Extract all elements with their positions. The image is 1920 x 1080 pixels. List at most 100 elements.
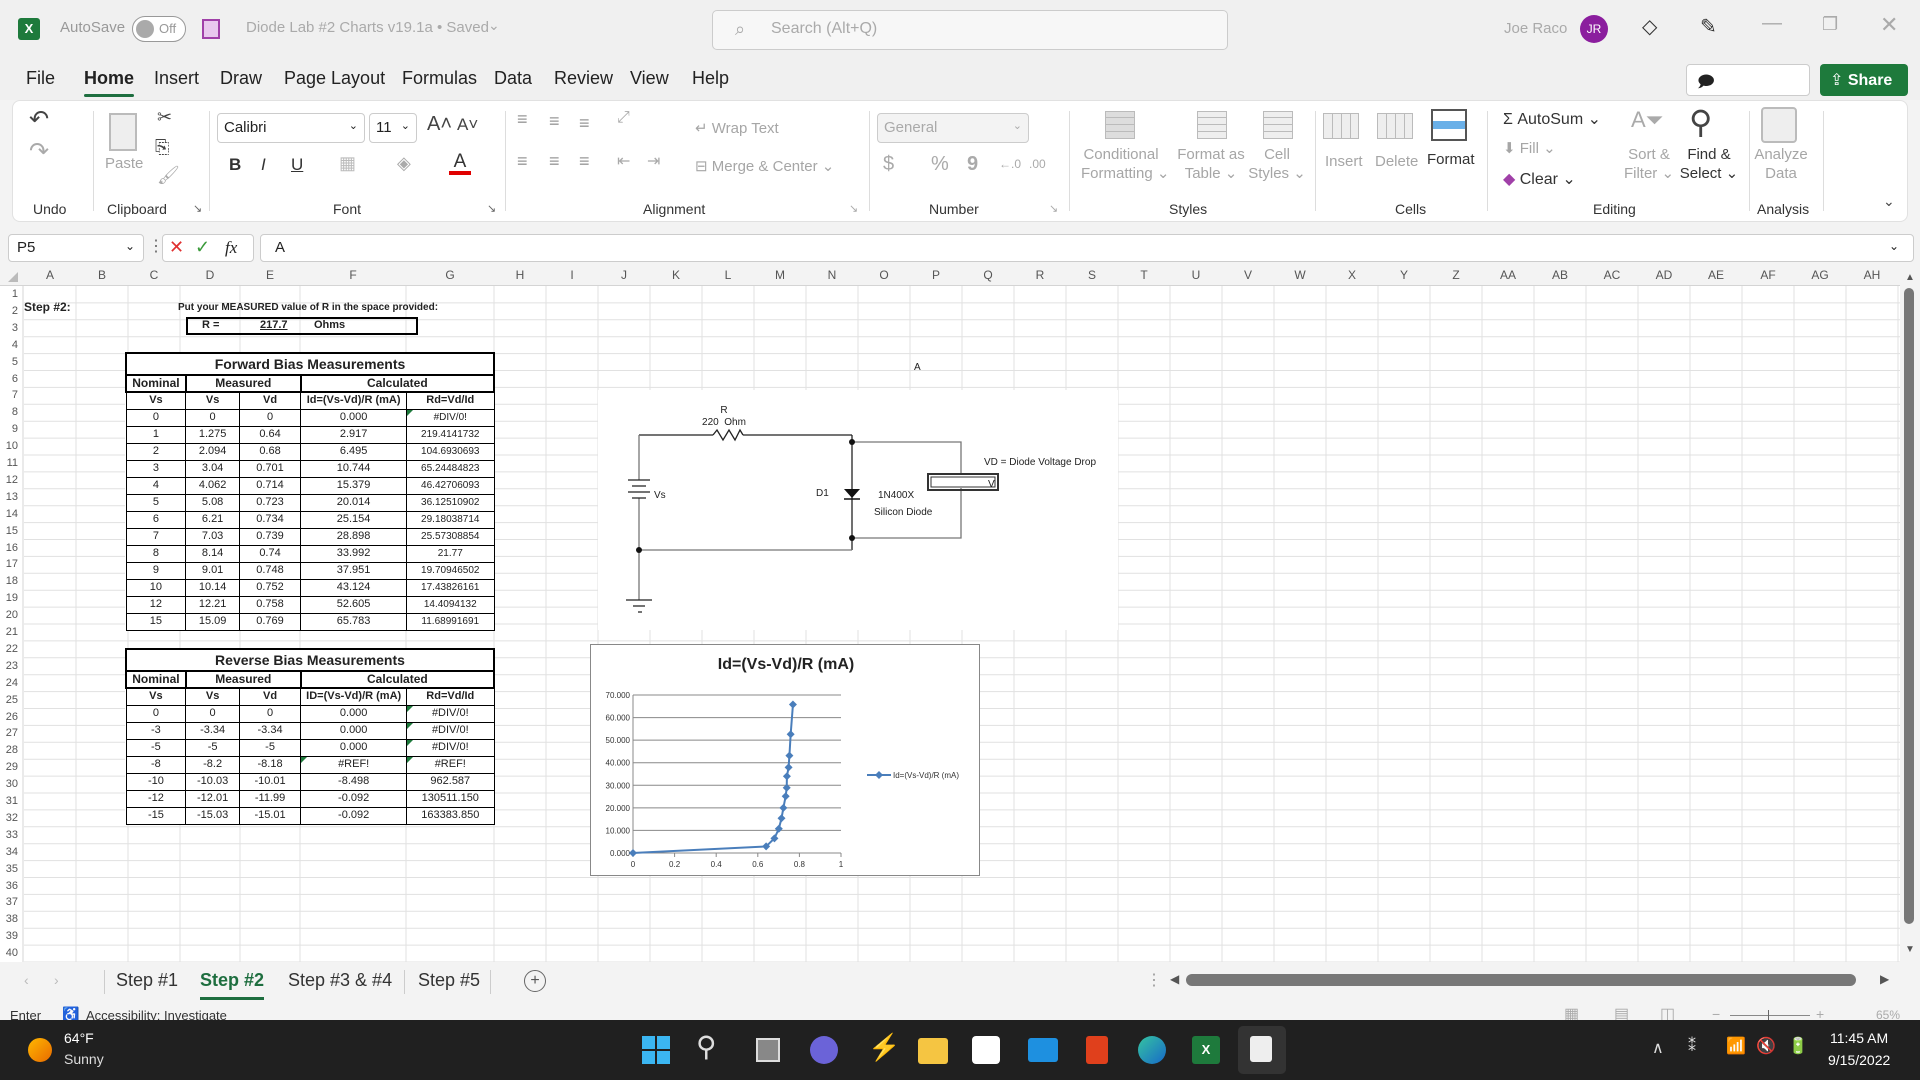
user-avatar[interactable]: JR bbox=[1580, 15, 1608, 43]
table-cell[interactable]: 52.605 bbox=[300, 595, 408, 614]
teams-icon[interactable] bbox=[810, 1036, 838, 1064]
row-header[interactable]: 24 bbox=[0, 677, 18, 689]
fill-color-icon[interactable]: ◈ bbox=[397, 153, 411, 174]
column-header-w[interactable]: W bbox=[1274, 268, 1326, 282]
table-cell[interactable]: 29.18038714 bbox=[406, 510, 495, 529]
vertical-scrollbar[interactable]: ▲ ▼ bbox=[1900, 266, 1920, 962]
row-header[interactable]: 30 bbox=[0, 778, 18, 790]
table-cell[interactable]: 4 bbox=[125, 476, 187, 495]
table-cell[interactable]: -3.34 bbox=[238, 721, 302, 740]
r-value[interactable]: 217.7 bbox=[260, 319, 288, 331]
name-box[interactable]: P5 ⌄ bbox=[8, 234, 144, 262]
table-cell[interactable]: 7 bbox=[125, 527, 187, 546]
paste-icon[interactable] bbox=[109, 113, 137, 151]
table-cell[interactable]: -0.092 bbox=[300, 789, 408, 808]
row-header[interactable]: 3 bbox=[0, 322, 18, 334]
row-header[interactable]: 18 bbox=[0, 575, 18, 587]
column-header-r[interactable]: R bbox=[1014, 268, 1066, 282]
table-cell[interactable]: 0.748 bbox=[238, 561, 302, 580]
table-cell[interactable]: 25.154 bbox=[300, 510, 408, 529]
column-header-m[interactable]: M bbox=[754, 268, 806, 282]
tab-view[interactable]: View bbox=[630, 68, 669, 89]
table-cell[interactable]: 17.43826161 bbox=[406, 578, 495, 597]
table-cell[interactable]: 10.744 bbox=[300, 459, 408, 478]
search-box[interactable]: ⌕ Search (Alt+Q) bbox=[712, 10, 1228, 50]
row-header[interactable]: 8 bbox=[0, 406, 18, 418]
column-header-i[interactable]: I bbox=[546, 268, 598, 282]
row-header[interactable]: 35 bbox=[0, 863, 18, 875]
autosum-button[interactable]: Σ AutoSum ⌄ bbox=[1503, 109, 1601, 129]
weather-condition[interactable]: Sunny bbox=[64, 1051, 104, 1067]
table-cell[interactable]: 0.000 bbox=[300, 721, 408, 740]
table-cell[interactable]: -12.01 bbox=[185, 789, 240, 808]
table-cell[interactable]: 0 bbox=[185, 408, 240, 427]
delete-cells-icon[interactable] bbox=[1377, 113, 1413, 139]
tab-home[interactable]: Home bbox=[84, 68, 135, 97]
tab-page-layout[interactable]: Page Layout bbox=[284, 68, 385, 89]
analyze-data-icon[interactable] bbox=[1761, 107, 1797, 143]
column-header-ah[interactable]: AH bbox=[1846, 268, 1898, 282]
table-cell[interactable]: 3.04 bbox=[185, 459, 240, 478]
table-cell[interactable]: 15 bbox=[125, 612, 187, 631]
confirm-entry-icon[interactable]: ✓ bbox=[195, 237, 210, 258]
horizontal-scroll-thumb[interactable] bbox=[1186, 974, 1856, 986]
tab-insert[interactable]: Insert bbox=[154, 68, 199, 89]
cell-p5[interactable]: A bbox=[914, 360, 921, 376]
table-cell[interactable]: 14.4094132 bbox=[406, 595, 495, 614]
table-cell[interactable]: 10.14 bbox=[185, 578, 240, 597]
table-cell[interactable]: 3 bbox=[125, 459, 187, 478]
cut-icon[interactable]: ✂ bbox=[157, 107, 172, 128]
row-header[interactable]: 36 bbox=[0, 880, 18, 892]
sort-filter-button[interactable]: Sort & Filter ⌄ bbox=[1619, 145, 1679, 183]
table-cell[interactable]: 0 bbox=[185, 704, 240, 723]
table-cell[interactable]: -8.18 bbox=[238, 755, 302, 774]
row-header[interactable]: 9 bbox=[0, 423, 18, 435]
decrease-font-icon[interactable]: A˅ bbox=[457, 115, 478, 135]
column-header-l[interactable]: L bbox=[702, 268, 754, 282]
sheet-tab-step3-4[interactable]: Step #3 & #4 bbox=[288, 970, 392, 991]
column-header-ae[interactable]: AE bbox=[1690, 268, 1742, 282]
row-header[interactable]: 20 bbox=[0, 609, 18, 621]
file-explorer-icon[interactable] bbox=[918, 1038, 948, 1064]
column-header-s[interactable]: S bbox=[1066, 268, 1118, 282]
table-cell[interactable]: 20.014 bbox=[300, 493, 408, 512]
weather-sun-icon[interactable] bbox=[28, 1038, 52, 1062]
insert-cells-icon[interactable] bbox=[1323, 113, 1359, 139]
table-cell[interactable]: -15.01 bbox=[238, 806, 302, 825]
table-cell[interactable]: -15.03 bbox=[185, 806, 240, 825]
row-header[interactable]: 21 bbox=[0, 626, 18, 638]
row-header[interactable]: 12 bbox=[0, 474, 18, 486]
decrease-decimal-icon[interactable]: .00 bbox=[1029, 157, 1046, 171]
italic-button[interactable]: I bbox=[261, 155, 266, 175]
column-header-o[interactable]: O bbox=[858, 268, 910, 282]
row-header[interactable]: 38 bbox=[0, 913, 18, 925]
clock-date[interactable]: 9/15/2022 bbox=[1828, 1052, 1890, 1068]
weather-temp[interactable]: 64°F bbox=[64, 1030, 94, 1046]
row-header[interactable]: 23 bbox=[0, 660, 18, 672]
row-header[interactable]: 31 bbox=[0, 795, 18, 807]
row-header[interactable]: 26 bbox=[0, 711, 18, 723]
task-view-icon[interactable] bbox=[756, 1038, 780, 1062]
comma-button[interactable]: 9 bbox=[967, 153, 978, 176]
table-cell[interactable]: -8.2 bbox=[185, 755, 240, 774]
comments-button[interactable]: 🗩 Comments bbox=[1686, 64, 1810, 115]
bold-button[interactable]: B bbox=[229, 155, 241, 175]
increase-font-icon[interactable]: A˄ bbox=[427, 113, 452, 136]
table-cell[interactable]: -10.03 bbox=[185, 772, 240, 791]
scroll-down-icon[interactable]: ▼ bbox=[1905, 944, 1915, 955]
user-name[interactable]: Joe Raco bbox=[1504, 20, 1567, 37]
column-header-af[interactable]: AF bbox=[1742, 268, 1794, 282]
copy-icon[interactable]: ⎘ bbox=[155, 137, 169, 158]
column-header-a[interactable]: A bbox=[24, 268, 76, 282]
table-cell[interactable]: 5.08 bbox=[185, 493, 240, 512]
font-size-select[interactable]: 11 ⌄ bbox=[369, 113, 417, 143]
column-header-f[interactable]: F bbox=[300, 268, 406, 282]
table-cell[interactable]: 0 bbox=[125, 704, 187, 723]
font-launcher-icon[interactable]: ↘ bbox=[487, 202, 496, 215]
format-as-table-icon[interactable] bbox=[1197, 111, 1227, 139]
table-cell[interactable]: 2 bbox=[125, 442, 187, 461]
row-header[interactable]: 6 bbox=[0, 373, 18, 385]
table-cell[interactable]: 36.12510902 bbox=[406, 493, 495, 512]
zoom-slider-thumb[interactable] bbox=[1768, 1010, 1769, 1020]
scroll-tabs-left-icon[interactable]: ‹ bbox=[24, 972, 29, 988]
